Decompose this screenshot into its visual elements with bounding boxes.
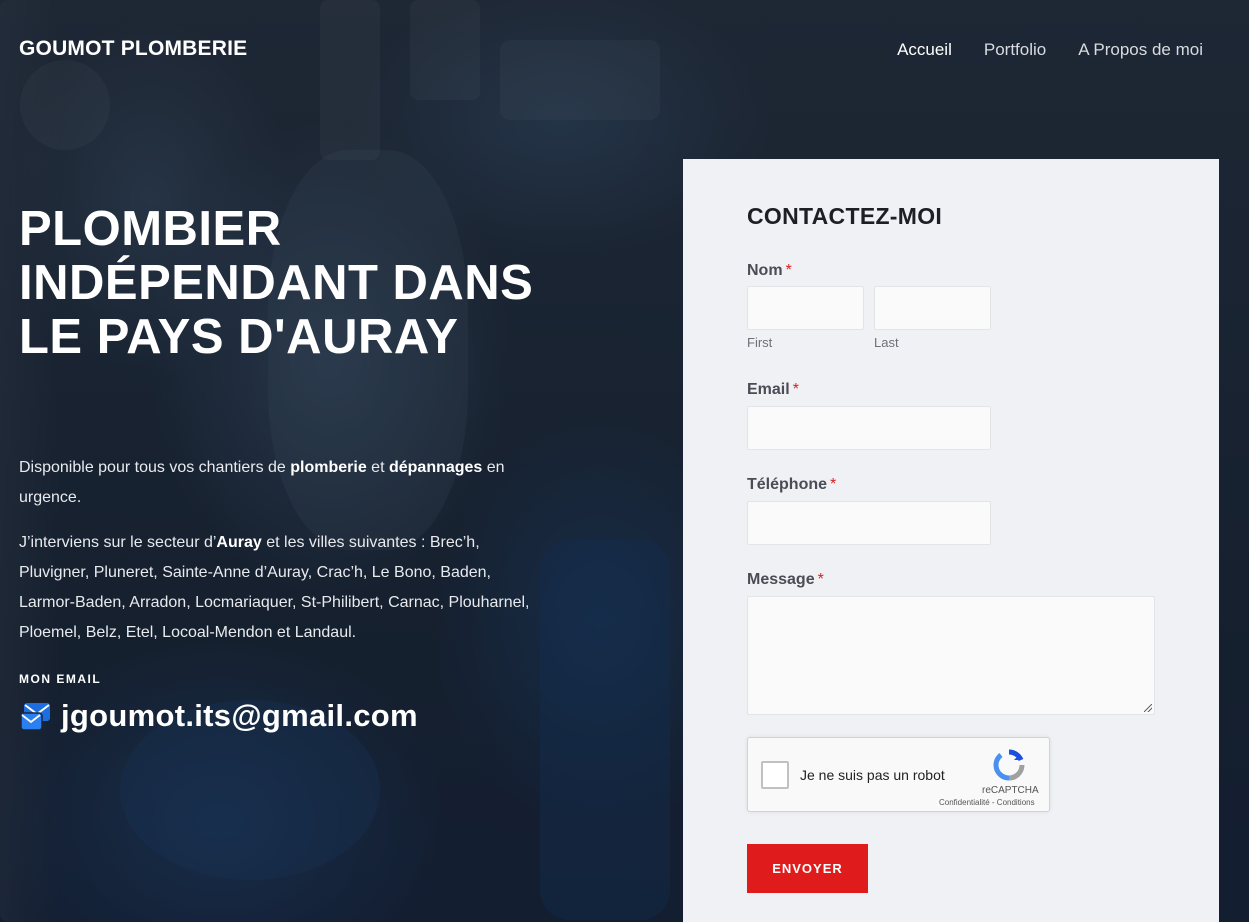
recaptcha-label: Je ne suis pas un robot bbox=[800, 767, 945, 783]
email-contact: jgoumot.its@gmail.com bbox=[19, 698, 418, 734]
mail-icon bbox=[19, 699, 53, 733]
hero-service-area: J’interviens sur le secteur d’Auray et l… bbox=[19, 534, 530, 641]
recaptcha-brand: reCAPTCHA bbox=[982, 785, 1039, 796]
phone-label: Téléphone * bbox=[747, 476, 837, 493]
recaptcha-checkbox[interactable] bbox=[761, 761, 789, 789]
message-textarea[interactable] bbox=[747, 596, 1155, 715]
first-sublabel: First bbox=[747, 335, 773, 350]
email-label: MON EMAIL bbox=[19, 672, 102, 686]
phone-input[interactable] bbox=[747, 501, 991, 545]
resize-grip-icon[interactable] bbox=[1144, 704, 1152, 712]
last-sublabel: Last bbox=[874, 335, 899, 350]
main-nav: Accueil Portfolio A Propos de moi bbox=[897, 40, 1203, 60]
nav-item-accueil[interactable]: Accueil bbox=[897, 40, 952, 60]
submit-button[interactable]: ENVOYER bbox=[747, 844, 868, 893]
contact-form-panel: CONTACTEZ-MOI Nom * First Last Email * Tél… bbox=[683, 159, 1219, 922]
form-title: CONTACTEZ-MOI bbox=[747, 203, 943, 229]
email-field-label: Email * bbox=[747, 381, 799, 398]
recaptcha-links[interactable]: Confidentialité - Conditions bbox=[939, 798, 1035, 807]
recaptcha-logo-icon bbox=[992, 748, 1026, 782]
name-label: Nom * bbox=[747, 262, 792, 279]
hero-title: PLOMBIER INDÉPENDANT DANS LE PAYS D'AURA… bbox=[19, 202, 534, 364]
site-header: GOUMOT PLOMBERIE Accueil Portfolio A Pro… bbox=[0, 0, 1249, 98]
nav-item-portfolio[interactable]: Portfolio bbox=[984, 40, 1046, 60]
message-label: Message * bbox=[747, 571, 824, 588]
first-name-input[interactable] bbox=[747, 286, 864, 330]
email-link[interactable]: jgoumot.its@gmail.com bbox=[61, 698, 418, 734]
nav-item-a-propos[interactable]: A Propos de moi bbox=[1078, 40, 1203, 60]
site-brand[interactable]: GOUMOT PLOMBERIE bbox=[19, 37, 247, 61]
last-name-input[interactable] bbox=[874, 286, 991, 330]
recaptcha-widget: Je ne suis pas un robot reCAPTCHA Confid… bbox=[747, 737, 1050, 812]
email-input[interactable] bbox=[747, 406, 991, 450]
hero-intro: Disponible pour tous vos chantiers de pl… bbox=[19, 459, 505, 506]
